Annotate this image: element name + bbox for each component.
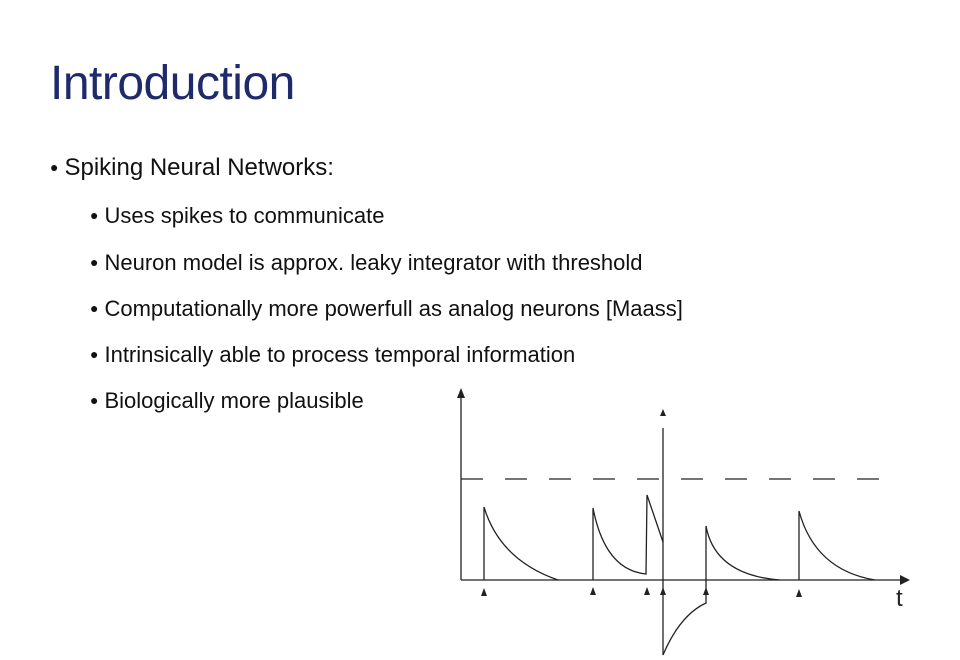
spiking-neuron-figure xyxy=(457,388,910,656)
time-axis-label: t xyxy=(896,585,903,612)
membrane-potential-trace xyxy=(483,428,876,656)
y-axis-arrow-icon xyxy=(457,388,465,398)
input-spike-markers xyxy=(481,409,802,597)
x-axis-arrow-icon xyxy=(900,575,910,585)
